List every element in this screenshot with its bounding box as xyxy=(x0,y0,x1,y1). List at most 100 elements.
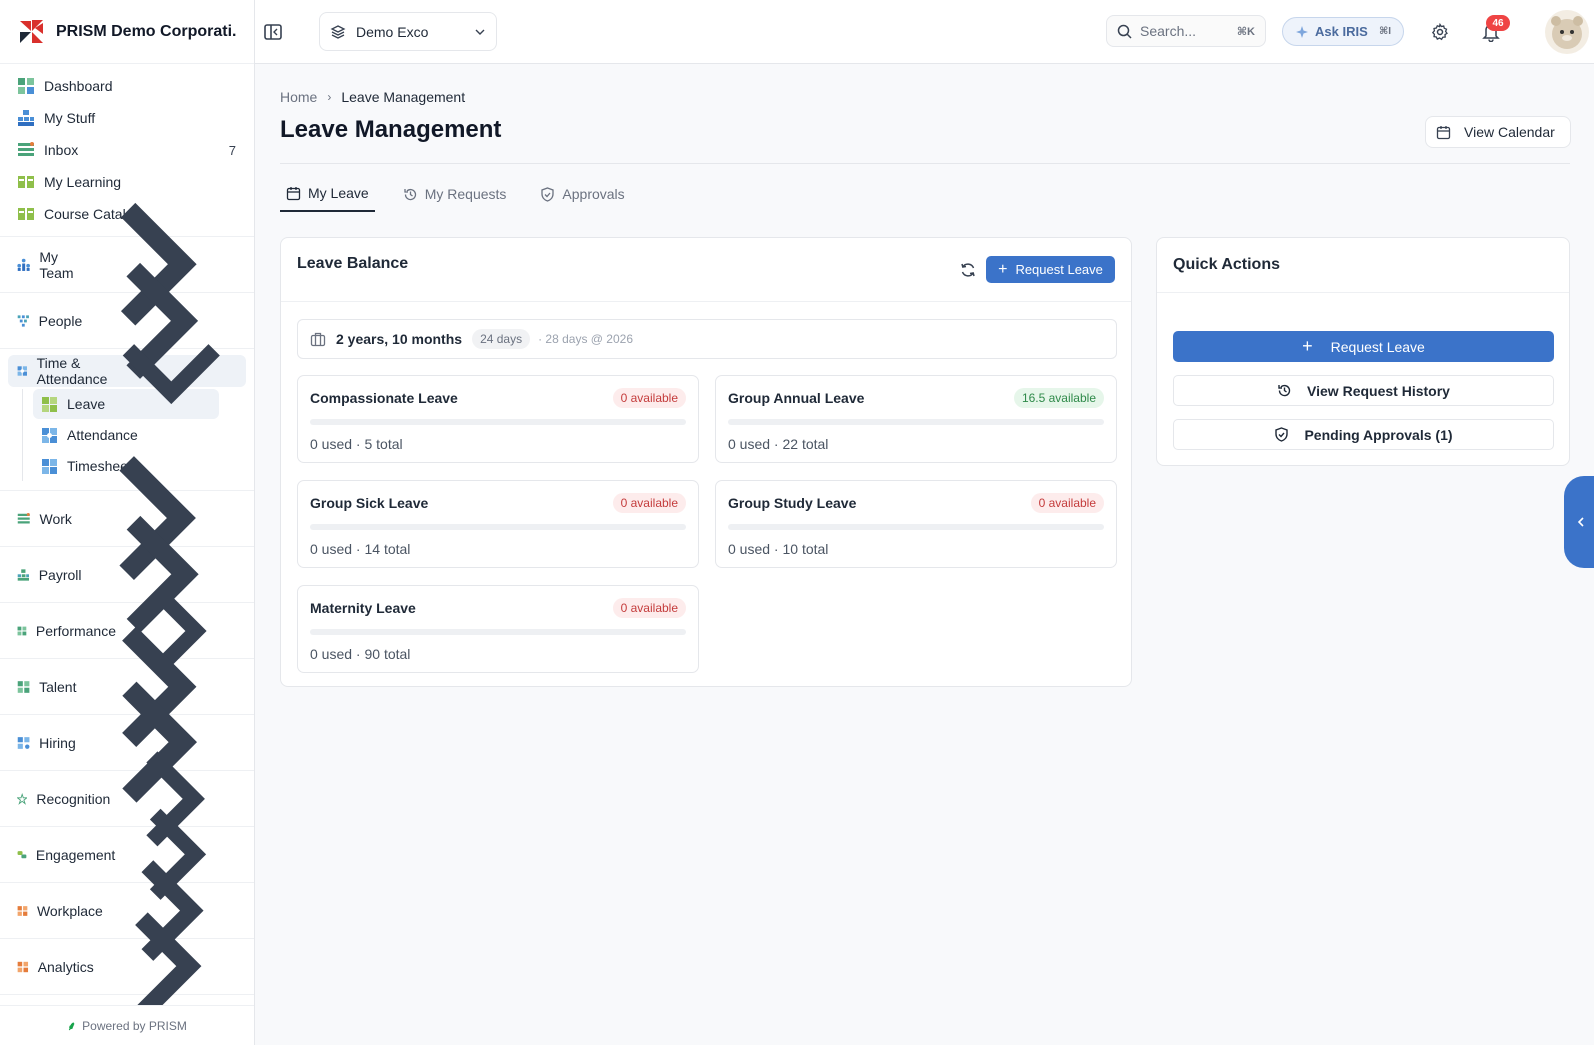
inbox-icon xyxy=(18,142,34,156)
brand-name: PRISM Demo Corporati... xyxy=(56,22,236,40)
refresh-icon[interactable] xyxy=(960,262,976,278)
people-icon xyxy=(17,314,29,327)
breadcrumb-home[interactable]: Home xyxy=(280,89,317,105)
avatar[interactable] xyxy=(1545,10,1589,54)
tenure-summary: 2 years, 10 months 24 days · 28 days @ 2… xyxy=(297,319,1117,359)
quick-request-leave-button[interactable]: + Request Leave xyxy=(1173,331,1554,362)
request-leave-button[interactable]: + Request Leave xyxy=(986,256,1115,283)
tenure-note: · 28 days @ 2026 xyxy=(538,332,633,346)
engagement-icon xyxy=(17,850,27,858)
ask-iris-label: Ask IRIS xyxy=(1315,24,1368,39)
learning-icon xyxy=(18,176,34,188)
history-icon xyxy=(404,188,416,200)
calendar-icon xyxy=(1436,125,1451,139)
quick-actions-title: Quick Actions xyxy=(1173,256,1280,273)
chevron-down-icon xyxy=(123,343,221,404)
workplace-icon xyxy=(17,905,28,916)
tab-label: My Requests xyxy=(424,186,507,202)
sidebar-item-inbox[interactable]: Inbox 7 xyxy=(8,134,246,166)
leave-type-card[interactable]: Maternity Leave 0 available 0 used · 90 t… xyxy=(297,585,699,673)
brand[interactable]: PRISM Demo Corporati... xyxy=(0,0,254,64)
catalog-icon xyxy=(18,208,34,220)
sidebar-item-label: Payroll xyxy=(38,566,82,583)
tenure-duration: 2 years, 10 months xyxy=(336,331,463,347)
tab-my-requests[interactable]: My Requests xyxy=(397,176,513,212)
breadcrumb: Home › Leave Management xyxy=(280,89,465,105)
tab-label: My Leave xyxy=(308,185,369,201)
sidebar-item-label: My Team xyxy=(39,248,74,281)
layers-icon xyxy=(330,24,346,39)
shield-check-icon xyxy=(541,186,555,202)
leave-type-card[interactable]: Group Study Leave 0 available 0 used · 10… xyxy=(715,480,1117,568)
leave-balance-header: Leave Balance + Request Leave xyxy=(281,238,1131,302)
leave-type-card[interactable]: Group Sick Leave 0 available 0 used · 14 … xyxy=(297,480,699,568)
breadcrumb-separator-icon: › xyxy=(327,90,332,104)
attendance-icon xyxy=(42,427,57,443)
sidebar-item-label: People xyxy=(38,312,83,329)
sidebar-item-label: Hiring xyxy=(39,734,76,751)
search-placeholder: Search... xyxy=(1140,23,1197,39)
sidebar-item-analytics[interactable]: Analytics xyxy=(0,912,254,1021)
usage-progress-bar xyxy=(728,419,1104,425)
sidebar: PRISM Demo Corporati... Dashboard My Stu… xyxy=(0,0,255,1045)
gear-icon[interactable] xyxy=(1431,23,1449,41)
sidebar-item-label: Recognition xyxy=(36,790,111,807)
usage-progress-bar xyxy=(310,524,686,530)
sidebar-item-label: Time & Attendance xyxy=(36,355,108,387)
ask-iris-button[interactable]: Ask IRIS ⌘I xyxy=(1282,17,1404,46)
quick-actions-header: Quick Actions xyxy=(1157,238,1569,293)
tab-approvals[interactable]: Approvals xyxy=(534,176,630,212)
user-avatar-image xyxy=(1551,16,1583,49)
sidebar-item-label: Dashboard xyxy=(44,78,113,94)
sidebar-item-dashboard[interactable]: Dashboard xyxy=(8,70,246,102)
org-selector[interactable]: Demo Exco xyxy=(319,12,497,51)
sidebar-toggle-icon[interactable] xyxy=(263,22,283,42)
tabs: My Leave My Requests Approvals xyxy=(280,176,653,214)
work-icon xyxy=(17,512,30,523)
pending-approvals-label: Pending Approvals (1) xyxy=(1304,426,1453,443)
leave-type-card[interactable]: Group Annual Leave 16.5 available 0 used … xyxy=(715,375,1117,463)
topbar: Demo Exco Search... ⌘K Ask IRIS ⌘I 46 xyxy=(255,0,1594,64)
search-input[interactable]: Search... ⌘K xyxy=(1106,15,1266,47)
availability-badge: 0 available xyxy=(612,388,686,408)
usage-progress-bar xyxy=(310,419,686,425)
availability-badge: 0 available xyxy=(1030,493,1104,513)
sidebar-item-label: Talent xyxy=(39,678,77,695)
view-request-history-button[interactable]: View Request History xyxy=(1173,375,1554,406)
side-panel-toggle[interactable] xyxy=(1564,476,1594,568)
history-icon xyxy=(1278,384,1291,397)
performance-icon xyxy=(17,626,27,635)
pending-approvals-button[interactable]: Pending Approvals (1) xyxy=(1173,419,1554,450)
usage-text: 0 used · 10 total xyxy=(728,541,829,557)
tab-my-leave[interactable]: My Leave xyxy=(280,176,375,212)
quick-request-leave-label: Request Leave xyxy=(1330,338,1425,355)
page-title: Leave Management xyxy=(280,116,502,143)
view-calendar-button[interactable]: View Calendar xyxy=(1425,116,1571,148)
leave-type-name: Group Study Leave xyxy=(728,495,857,511)
sidebar-item-my-stuff[interactable]: My Stuff xyxy=(8,102,246,134)
sidebar-item-label: Work xyxy=(39,510,72,527)
chevron-down-icon xyxy=(475,29,485,35)
timesheets-icon xyxy=(42,458,57,474)
search-icon xyxy=(1117,24,1132,39)
tenure-days-badge: 24 days xyxy=(472,329,531,349)
powered-by-text: Powered by PRISM xyxy=(82,1018,187,1033)
sidebar-item-time-attendance[interactable]: Time & Attendance xyxy=(8,343,246,404)
leave-type-name: Maternity Leave xyxy=(310,600,416,616)
usage-progress-bar xyxy=(728,524,1104,530)
team-icon xyxy=(17,258,30,271)
dashboard-icon xyxy=(18,78,34,94)
shield-check-icon xyxy=(1275,427,1289,442)
inbox-count: 7 xyxy=(228,142,236,158)
sidebar-item-label: My Stuff xyxy=(44,110,96,126)
search-shortcut: ⌘K xyxy=(1236,25,1255,38)
time-attendance-icon xyxy=(17,366,27,376)
powered-by-footer: ⸙ Powered by PRISM xyxy=(0,1005,254,1045)
usage-text: 0 used · 14 total xyxy=(310,541,411,557)
leave-type-card[interactable]: Compassionate Leave 0 available 0 used · … xyxy=(297,375,699,463)
usage-text: 0 used · 5 total xyxy=(310,436,403,452)
availability-badge: 0 available xyxy=(612,598,686,618)
notification-badge: 46 xyxy=(1486,15,1510,31)
ask-iris-shortcut: ⌘I xyxy=(1378,26,1391,37)
payroll-icon xyxy=(17,568,29,581)
